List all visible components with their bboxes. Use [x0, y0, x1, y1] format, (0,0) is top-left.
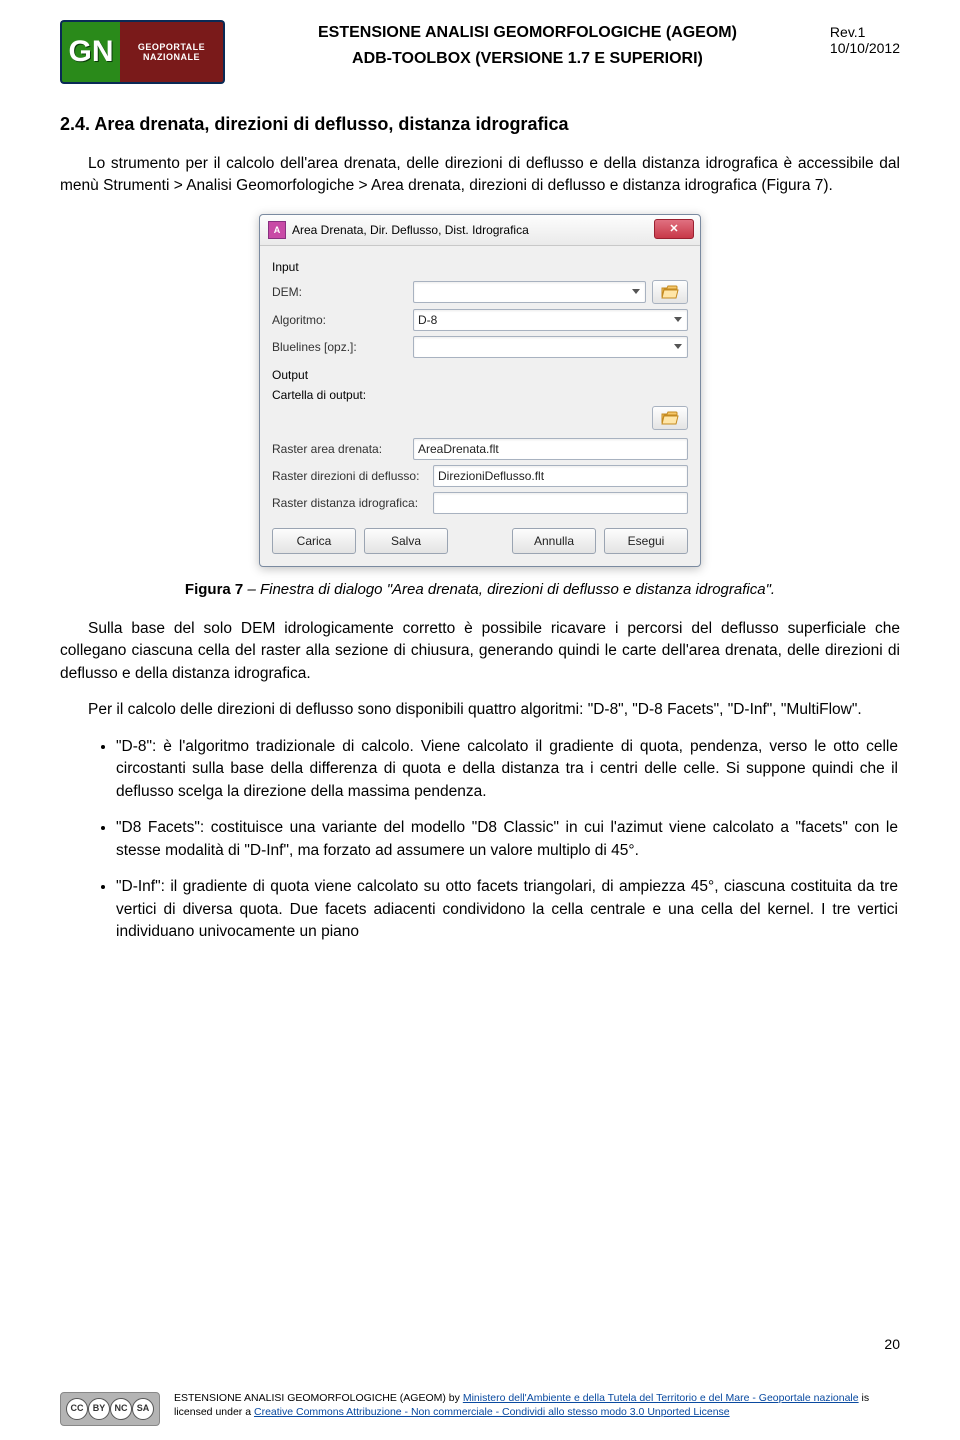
- list-item-d8facets: "D8 Facets": costituisce una variante de…: [116, 817, 900, 862]
- dem-label: DEM:: [272, 285, 407, 299]
- row-dem: DEM:: [272, 280, 688, 304]
- cc-license-badge: CC BY NC SA: [60, 1392, 160, 1426]
- close-icon: ✕: [669, 222, 678, 235]
- carica-button[interactable]: Carica: [272, 528, 356, 554]
- raster-dir-field[interactable]: DirezioniDeflusso.flt: [433, 465, 688, 487]
- cc-icon: CC: [66, 1398, 88, 1420]
- figure-7: A Area Drenata, Dir. Deflusso, Dist. Idr…: [60, 214, 900, 598]
- section-heading: 2.4. Area drenata, direzioni di deflusso…: [60, 114, 900, 135]
- raster-dir-label: Raster direzioni di deflusso:: [272, 469, 427, 483]
- raster-area-label: Raster area drenata:: [272, 442, 407, 456]
- revision-label: Rev.1: [830, 24, 900, 40]
- outdir-label: Cartella di output:: [272, 388, 688, 402]
- input-group-heading: Input: [272, 260, 688, 274]
- row-raster-dir: Raster direzioni di deflusso: DirezioniD…: [272, 465, 688, 487]
- logo-initials: GN: [60, 20, 120, 84]
- logo-line1: GEOPORTALE: [128, 42, 215, 52]
- paragraph-1: Sulla base del solo DEM idrologicamente …: [60, 618, 900, 685]
- footer-link-ministry[interactable]: Ministero dell'Ambiente e della Tutela d…: [463, 1392, 859, 1404]
- output-group-heading: Output: [272, 368, 688, 382]
- dialog-buttons: Carica Salva Annulla Esegui: [272, 528, 688, 554]
- row-raster-area: Raster area drenata: AreaDrenata.flt: [272, 438, 688, 460]
- figure-caption-bold: Figura 7: [185, 581, 243, 598]
- list-item-d8: "D-8": è l'algoritmo tradizionale di cal…: [116, 736, 900, 803]
- salva-button[interactable]: Salva: [364, 528, 448, 554]
- dialog-title-text: Area Drenata, Dir. Deflusso, Dist. Idrog…: [292, 223, 529, 237]
- page-number: 20: [884, 1336, 900, 1352]
- figure-caption: Figura 7 – Finestra di dialogo "Area dre…: [60, 581, 900, 598]
- raster-dist-label: Raster distanza idrografica:: [272, 496, 427, 510]
- logo-line2: NAZIONALE: [128, 52, 215, 62]
- list-item-dinf: "D-Inf": il gradiente di quota viene cal…: [116, 876, 900, 943]
- algoritmo-value: D-8: [418, 313, 437, 327]
- sa-icon: SA: [132, 1398, 154, 1420]
- bluelines-label: Bluelines [opz.]:: [272, 340, 407, 354]
- algoritmo-dropdown[interactable]: D-8: [413, 309, 688, 331]
- row-bluelines: Bluelines [opz.]:: [272, 336, 688, 358]
- figure-caption-rest: – Finestra di dialogo "Area drenata, dir…: [243, 581, 775, 598]
- chevron-down-icon: [674, 317, 682, 322]
- page-header: GN GEOPORTALE NAZIONALE ESTENSIONE ANALI…: [60, 20, 900, 84]
- dialog-titlebar: A Area Drenata, Dir. Deflusso, Dist. Idr…: [260, 215, 700, 246]
- bluelines-dropdown[interactable]: [413, 336, 688, 358]
- logo-text: GEOPORTALE NAZIONALE: [120, 20, 225, 84]
- esegui-button[interactable]: Esegui: [604, 528, 688, 554]
- footer-text: ESTENSIONE ANALISI GEOMORFOLOGICHE (AGEO…: [174, 1392, 900, 1419]
- footer-link-license[interactable]: Creative Commons Attribuzione - Non comm…: [254, 1406, 730, 1418]
- row-outdir: [272, 406, 688, 430]
- raster-area-field[interactable]: AreaDrenata.flt: [413, 438, 688, 460]
- dialog-icon: A: [268, 221, 286, 239]
- by-icon: BY: [88, 1398, 110, 1420]
- paragraph-2: Per il calcolo delle direzioni di deflus…: [60, 699, 900, 721]
- close-button[interactable]: ✕: [654, 219, 694, 239]
- chevron-down-icon: [674, 344, 682, 349]
- nc-icon: NC: [110, 1398, 132, 1420]
- intro-paragraph: Lo strumento per il calcolo dell'area dr…: [60, 153, 900, 198]
- dem-browse-button[interactable]: [652, 280, 688, 304]
- folder-open-icon: [661, 285, 679, 299]
- algorithm-list: "D-8": è l'algoritmo tradizionale di cal…: [60, 736, 900, 944]
- folder-open-icon: [661, 411, 679, 425]
- raster-dist-field[interactable]: [433, 492, 688, 514]
- dem-dropdown[interactable]: [413, 281, 646, 303]
- footer-by: by: [446, 1392, 463, 1404]
- annulla-button[interactable]: Annulla: [512, 528, 596, 554]
- logo: GN GEOPORTALE NAZIONALE: [60, 20, 225, 84]
- footer-title: ESTENSIONE ANALISI GEOMORFOLOGICHE (AGEO…: [174, 1392, 446, 1404]
- header-title-line1: ESTENSIONE ANALISI GEOMORFOLOGICHE (AGEO…: [243, 24, 812, 42]
- dialog-body: Input DEM: Algoritmo: D-8 Bluelines [opz…: [260, 246, 700, 566]
- page-footer: CC BY NC SA ESTENSIONE ANALISI GEOMORFOL…: [60, 1392, 900, 1426]
- row-raster-dist: Raster distanza idrografica:: [272, 492, 688, 514]
- dialog-window: A Area Drenata, Dir. Deflusso, Dist. Idr…: [259, 214, 701, 567]
- header-title-block: ESTENSIONE ANALISI GEOMORFOLOGICHE (AGEO…: [243, 20, 812, 68]
- algoritmo-label: Algoritmo:: [272, 313, 407, 327]
- row-algoritmo: Algoritmo: D-8: [272, 309, 688, 331]
- revision-date: 10/10/2012: [830, 40, 900, 56]
- raster-dir-value: DirezioniDeflusso.flt: [438, 469, 544, 483]
- header-title-line2: ADB-TOOLBOX (VERSIONE 1.7 E SUPERIORI): [243, 50, 812, 68]
- chevron-down-icon: [632, 289, 640, 294]
- outdir-browse-button[interactable]: [652, 406, 688, 430]
- header-meta: Rev.1 10/10/2012: [830, 20, 900, 56]
- raster-area-value: AreaDrenata.flt: [418, 442, 499, 456]
